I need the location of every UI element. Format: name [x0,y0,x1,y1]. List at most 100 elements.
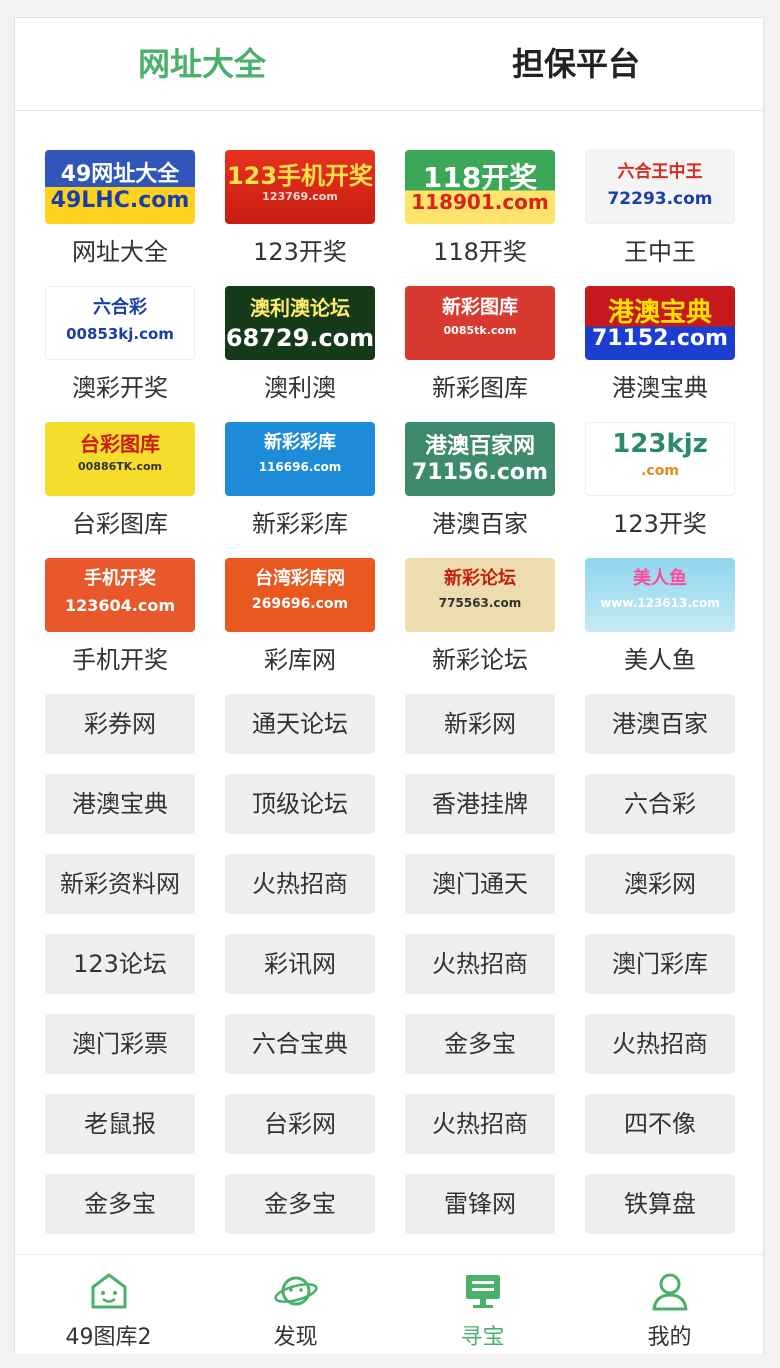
logo-title: 六合王中王 [617,162,703,182]
link-button[interactable]: 金多宝 [405,1014,555,1074]
nav-item-treasure[interactable]: 寻宝 [389,1255,576,1354]
logo-title: 港澳宝典 [607,298,712,328]
logo-image: 美人鱼 www.123613.com [585,558,735,632]
link-button[interactable]: 新彩资料网 [45,854,195,914]
logo-label: 港澳宝典 [612,374,708,402]
logo-label: 123开奖 [253,238,347,266]
logo-tile[interactable]: 新彩图库 0085tk.com 新彩图库 [405,286,555,416]
link-button[interactable]: 雷锋网 [405,1174,555,1234]
logo-domain: .com [641,463,679,479]
logo-label: 彩库网 [264,646,336,674]
logo-tile[interactable]: 澳利澳论坛 68729.com 澳利澳 [225,286,375,416]
logo-tile[interactable]: 49网址大全 49LHC.com 网址大全 [45,150,195,280]
logo-tile[interactable]: 新彩论坛 775563.com 新彩论坛 [405,558,555,688]
logo-title: 新彩论坛 [444,568,516,589]
tab-url-directory[interactable]: 网址大全 [15,18,389,110]
link-button[interactable]: 彩讯网 [225,934,375,994]
link-button[interactable]: 火热招商 [585,1014,735,1074]
logo-image: 六合彩 00853kj.com [45,286,195,360]
home-icon [91,1273,127,1309]
logo-domain: 123604.com [64,596,176,615]
logo-title: 六合彩 [93,297,147,318]
logo-label: 网址大全 [72,238,168,266]
logo-label: 新彩论坛 [432,646,528,674]
link-button[interactable]: 六合宝典 [225,1014,375,1074]
logo-tile[interactable]: 美人鱼 www.123613.com 美人鱼 [585,558,735,688]
logo-title: 台彩图库 [80,432,160,456]
logo-tile[interactable]: 六合彩 00853kj.com 澳彩开奖 [45,286,195,416]
logo-tile[interactable]: 新彩彩库 116696.com 新彩彩库 [225,422,375,552]
logo-image: 新彩图库 0085tk.com [405,286,555,360]
logo-label: 美人鱼 [624,646,696,674]
link-button[interactable]: 火热招商 [405,934,555,994]
nav-label-discover: 发现 [273,1325,318,1350]
logo-tile[interactable]: 台湾彩库网 269696.com 彩库网 [225,558,375,688]
logo-label: 澳利澳 [264,374,336,402]
nav-item-discover[interactable]: 发现 [202,1255,389,1354]
link-button[interactable]: 顶级论坛 [225,774,375,834]
logo-title: 新彩图库 [441,296,518,318]
link-button[interactable]: 新彩网 [405,694,555,754]
link-button[interactable]: 123论坛 [45,934,195,994]
logo-title: 台湾彩库网 [255,568,345,589]
nav-item-mine[interactable]: 我的 [576,1255,763,1354]
logo-image: 123手机开奖 123769.com [225,150,375,224]
link-button[interactable]: 澳彩网 [585,854,735,914]
link-button[interactable]: 金多宝 [225,1174,375,1234]
logo-title: 澳利澳论坛 [250,296,350,320]
logo-domain: 49LHC.com [50,188,190,213]
logo-title: 123手机开奖 [226,162,374,190]
planet-icon [274,1276,318,1306]
logo-tile[interactable]: 六合王中王 72293.com 王中王 [585,150,735,280]
logo-domain: 72293.com [607,189,713,209]
logo-tile[interactable]: 港澳宝典 71152.com 港澳宝典 [585,286,735,416]
logo-tile[interactable]: 手机开奖 123604.com 手机开奖 [45,558,195,688]
logo-tile[interactable]: 123kjz .com 123开奖 [585,422,735,552]
link-button[interactable]: 火热招商 [405,1094,555,1154]
link-button[interactable]: 港澳宝典 [45,774,195,834]
logo-title: 美人鱼 [633,568,687,589]
logo-image: 港澳百家网 71156.com [405,422,555,496]
link-button[interactable]: 通天论坛 [225,694,375,754]
logo-label: 王中王 [624,238,696,266]
link-button[interactable]: 澳门彩票 [45,1014,195,1074]
link-button[interactable]: 港澳百家 [585,694,735,754]
logo-image: 六合王中王 72293.com [585,150,735,224]
link-button[interactable]: 彩券网 [45,694,195,754]
logo-label: 手机开奖 [72,646,168,674]
logo-label: 118开奖 [433,238,527,266]
logo-title: 手机开奖 [84,568,156,589]
logo-tile[interactable]: 港澳百家网 71156.com 港澳百家 [405,422,555,552]
link-button[interactable]: 六合彩 [585,774,735,834]
logo-tile[interactable]: 123手机开奖 123769.com 123开奖 [225,150,375,280]
nav-item-gallery[interactable]: 49图库2 [15,1255,202,1354]
logo-label: 港澳百家 [432,510,528,538]
link-button[interactable]: 老鼠报 [45,1094,195,1154]
link-button[interactable]: 铁算盘 [585,1174,735,1234]
link-button[interactable]: 澳门彩库 [585,934,735,994]
user-icon [652,1273,688,1311]
logo-domain: 68729.com [225,324,375,352]
logo-title: 新彩彩库 [264,432,336,453]
page-frame: 网址大全 担保平台 49网址大全 49LHC.com 网址大全 123手机开奖 1237… [14,17,764,1354]
nav-label-treasure: 寻宝 [460,1325,505,1350]
tab-guarantee-platform[interactable]: 担保平台 [389,18,763,110]
link-button[interactable]: 火热招商 [225,854,375,914]
link-button[interactable]: 金多宝 [45,1174,195,1234]
link-button[interactable]: 香港挂牌 [405,774,555,834]
logo-domain: 0085tk.com [443,324,517,337]
logo-tile[interactable]: 台彩图库 00886TK.com 台彩图库 [45,422,195,552]
link-button[interactable]: 澳门通天 [405,854,555,914]
logo-image: 台彩图库 00886TK.com [45,422,195,496]
link-button[interactable]: 台彩网 [225,1094,375,1154]
logo-domain: 116696.com [258,460,342,474]
logo-domain: 00853kj.com [66,325,174,343]
logo-image: 澳利澳论坛 68729.com [225,286,375,360]
monitor-icon [466,1275,500,1308]
logo-image: 港澳宝典 71152.com [585,286,735,360]
logo-domain: www.123613.com [600,596,720,610]
logo-domain: 118901.com [411,190,549,214]
link-button[interactable]: 四不像 [585,1094,735,1154]
logo-domain: 775563.com [438,596,522,610]
logo-tile[interactable]: 118开奖 118901.com 118开奖 [405,150,555,280]
